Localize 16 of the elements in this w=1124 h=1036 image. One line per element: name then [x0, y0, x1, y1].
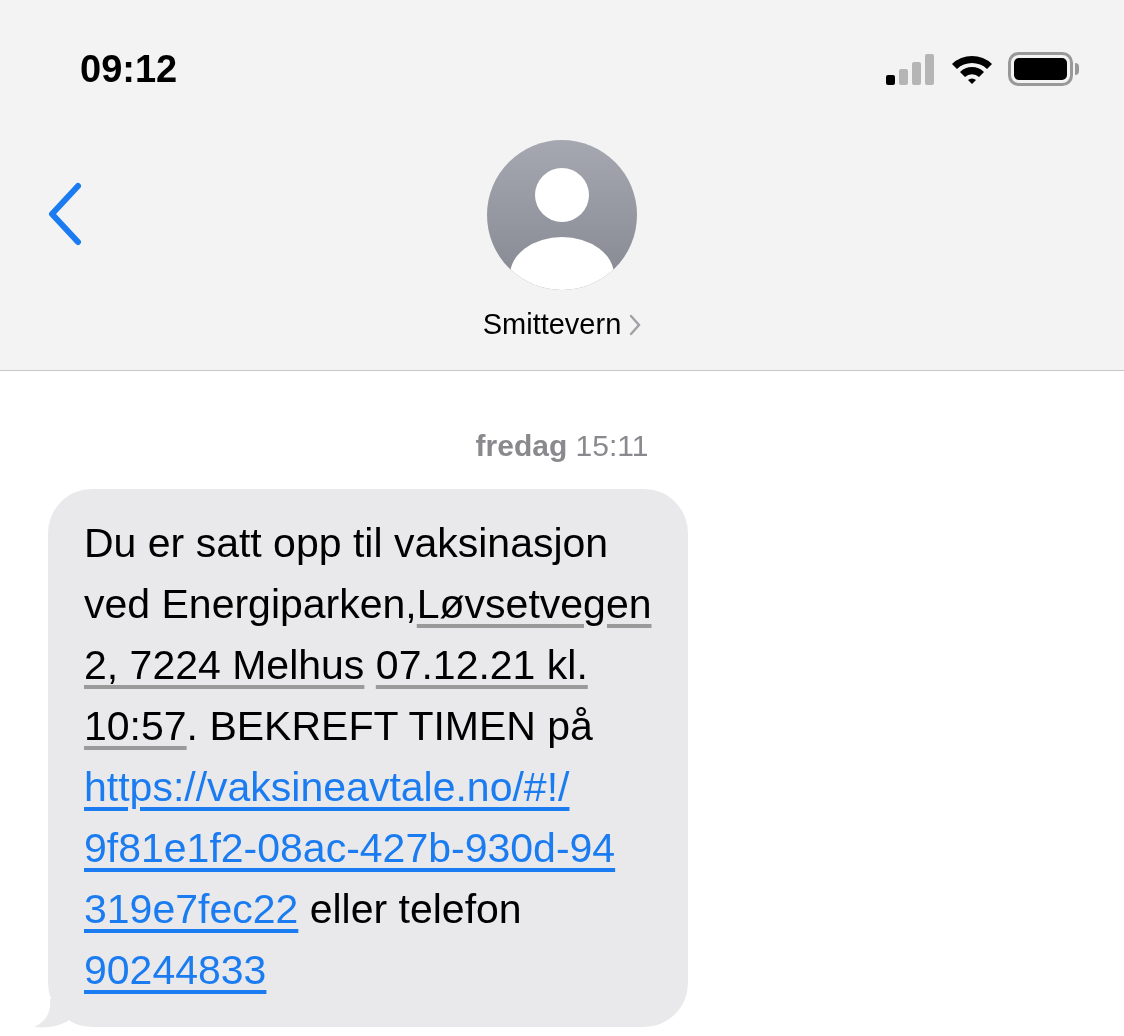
signal-icon: [886, 53, 936, 85]
message-text: . BEKREFT TIMEN på: [186, 703, 593, 749]
address-link[interactable]: 2, 7224 Melhus: [84, 642, 365, 688]
message-timestamp: fredag 15:11: [474, 428, 650, 464]
wifi-icon: [950, 53, 994, 85]
avatar-icon[interactable]: [487, 140, 637, 290]
message-text: eller telefon: [308, 886, 522, 932]
address-link[interactable]: Løvsetvegen: [416, 581, 652, 627]
date-link[interactable]: 07.12.21 kl.: [375, 642, 588, 688]
battery-icon: [1008, 52, 1080, 86]
message-text: Du er satt opp til vaksinasjon: [84, 520, 609, 566]
contact-name-button[interactable]: Smittevern: [482, 308, 642, 341]
status-time: 09:12: [80, 47, 178, 91]
message-text: ved Energiparken,: [84, 581, 417, 627]
date-link[interactable]: 10:57: [84, 703, 187, 749]
chevron-icon: [629, 313, 642, 336]
